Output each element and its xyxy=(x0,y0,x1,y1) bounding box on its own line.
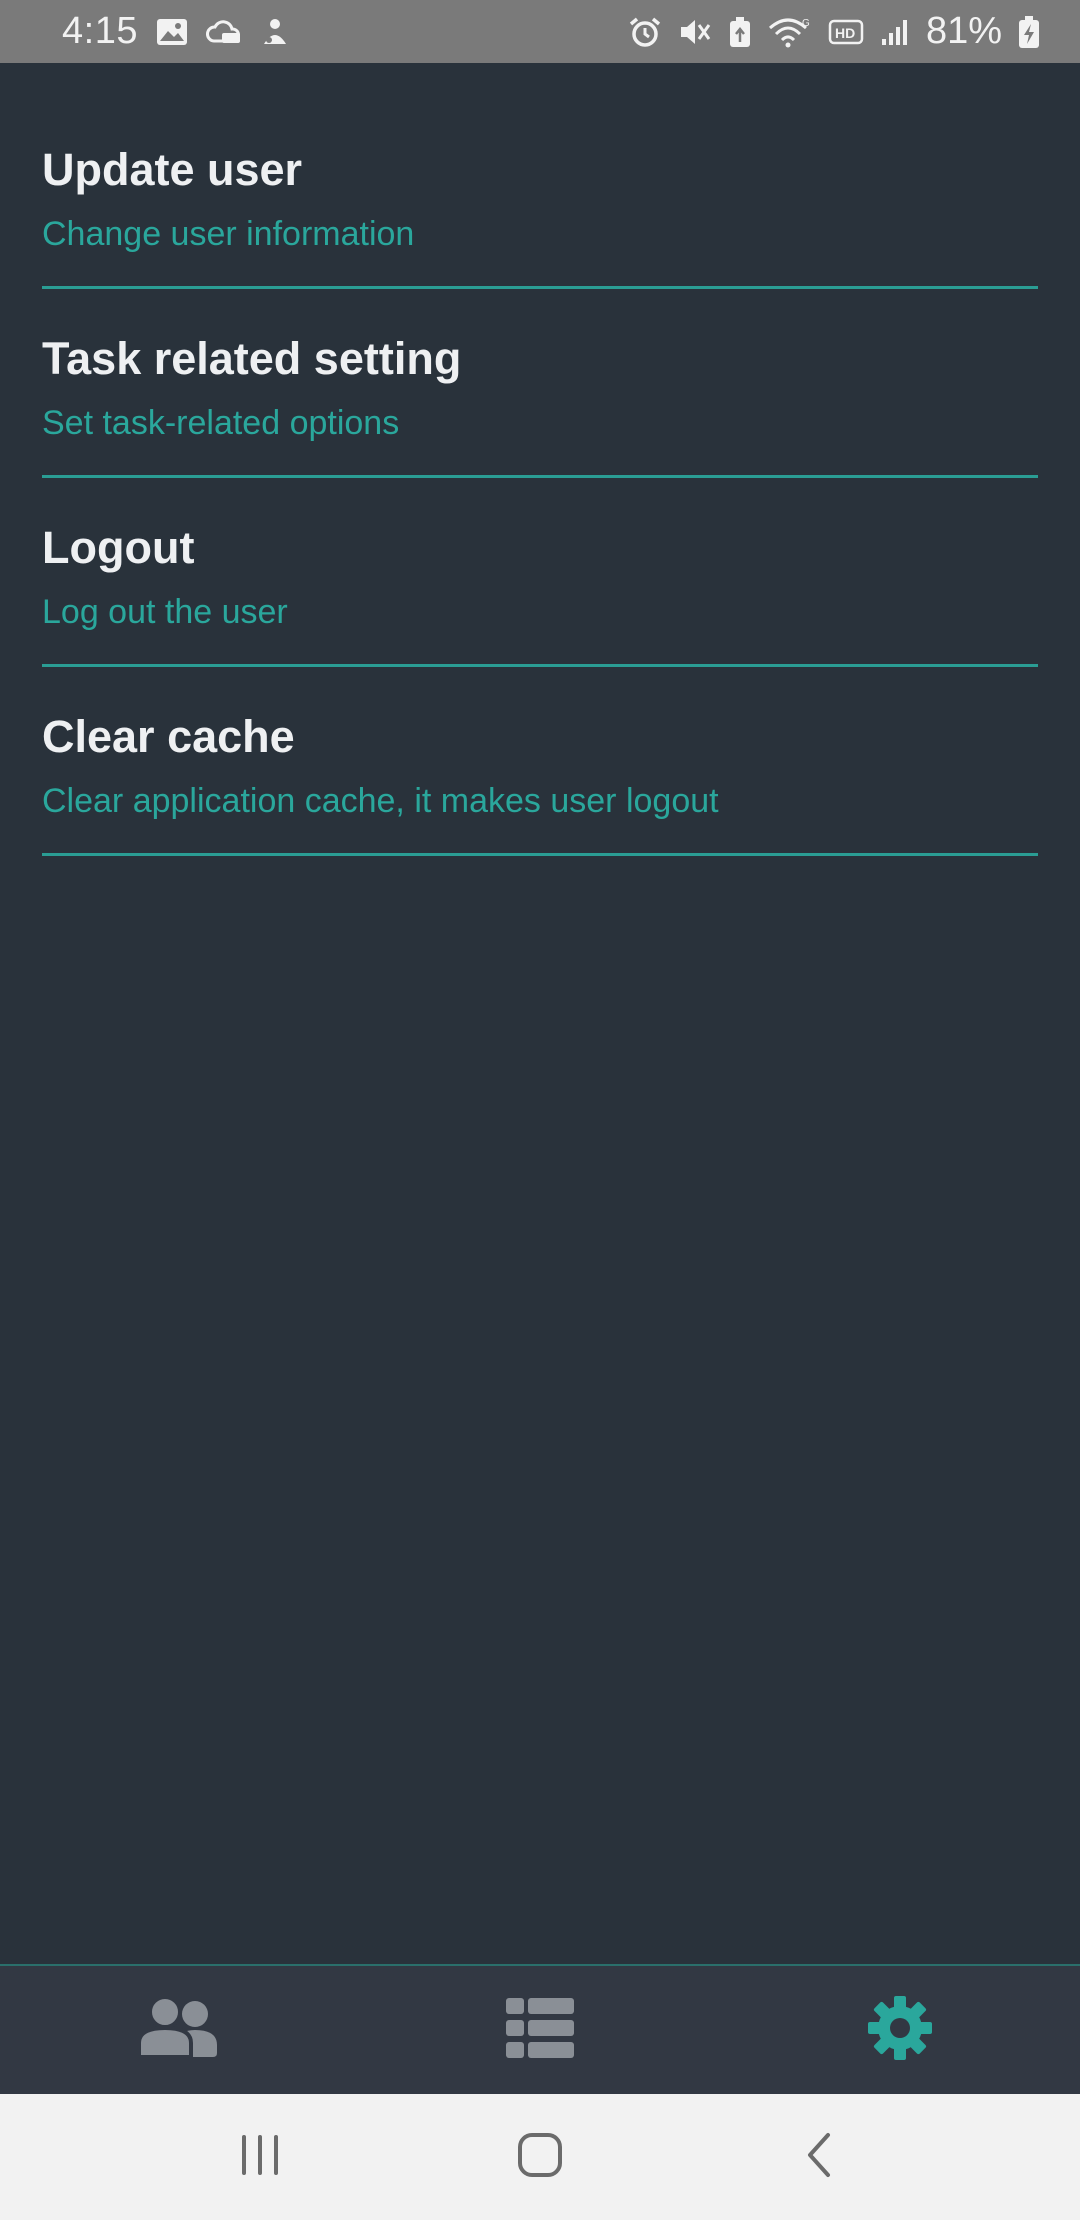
setting-title: Update user xyxy=(42,144,303,195)
recent-apps-icon xyxy=(238,2133,282,2182)
users-icon xyxy=(137,1994,223,2064)
list-icon xyxy=(506,1997,574,2063)
status-left: 4:15 xyxy=(62,10,290,53)
status-time: 4:15 xyxy=(62,10,138,52)
setting-title: Task related setting xyxy=(42,333,462,384)
status-right: G HD 81% xyxy=(628,10,1040,53)
back-button[interactable] xyxy=(760,2107,880,2207)
setting-subtitle: Set task-related options xyxy=(42,404,400,442)
status-bar: 4:15 G HD 81% xyxy=(0,0,1080,63)
cloud-icon xyxy=(205,17,242,47)
wifi-icon: G xyxy=(768,16,812,48)
svg-text:G: G xyxy=(802,18,810,29)
tab-list[interactable] xyxy=(360,1966,720,2094)
setting-update-user[interactable]: Update user Change user information xyxy=(42,100,1038,289)
setting-title: Logout xyxy=(42,522,195,573)
tab-users[interactable] xyxy=(0,1966,360,2094)
hd-icon: HD xyxy=(828,17,864,47)
alarm-icon xyxy=(628,16,662,48)
svg-text:HD: HD xyxy=(835,25,855,41)
setting-subtitle: Clear application cache, it makes user l… xyxy=(42,782,719,820)
image-icon xyxy=(156,17,188,47)
setting-clear-cache[interactable]: Clear cache Clear application cache, it … xyxy=(42,667,1038,856)
setting-subtitle: Change user information xyxy=(42,215,415,253)
app-notification-icon xyxy=(260,16,290,48)
setting-subtitle: Log out the user xyxy=(42,593,288,631)
gear-icon xyxy=(867,1995,933,2066)
tab-settings[interactable] xyxy=(720,1966,1080,2094)
back-icon xyxy=(802,2131,838,2184)
setting-title: Clear cache xyxy=(42,711,295,762)
mute-icon xyxy=(678,16,712,48)
bottom-nav xyxy=(0,1964,1080,2094)
battery-percent: 81% xyxy=(925,10,1002,52)
battery-saver-icon xyxy=(728,16,752,48)
settings-list: Update user Change user information Task… xyxy=(42,100,1038,856)
battery-charging-icon xyxy=(1018,15,1040,49)
home-button[interactable] xyxy=(480,2107,600,2207)
setting-task-related[interactable]: Task related setting Set task-related op… xyxy=(42,289,1038,478)
system-nav xyxy=(0,2094,1080,2220)
home-icon xyxy=(516,2131,564,2184)
signal-icon xyxy=(880,17,910,47)
setting-logout[interactable]: Logout Log out the user xyxy=(42,478,1038,667)
recent-apps-button[interactable] xyxy=(200,2107,320,2207)
